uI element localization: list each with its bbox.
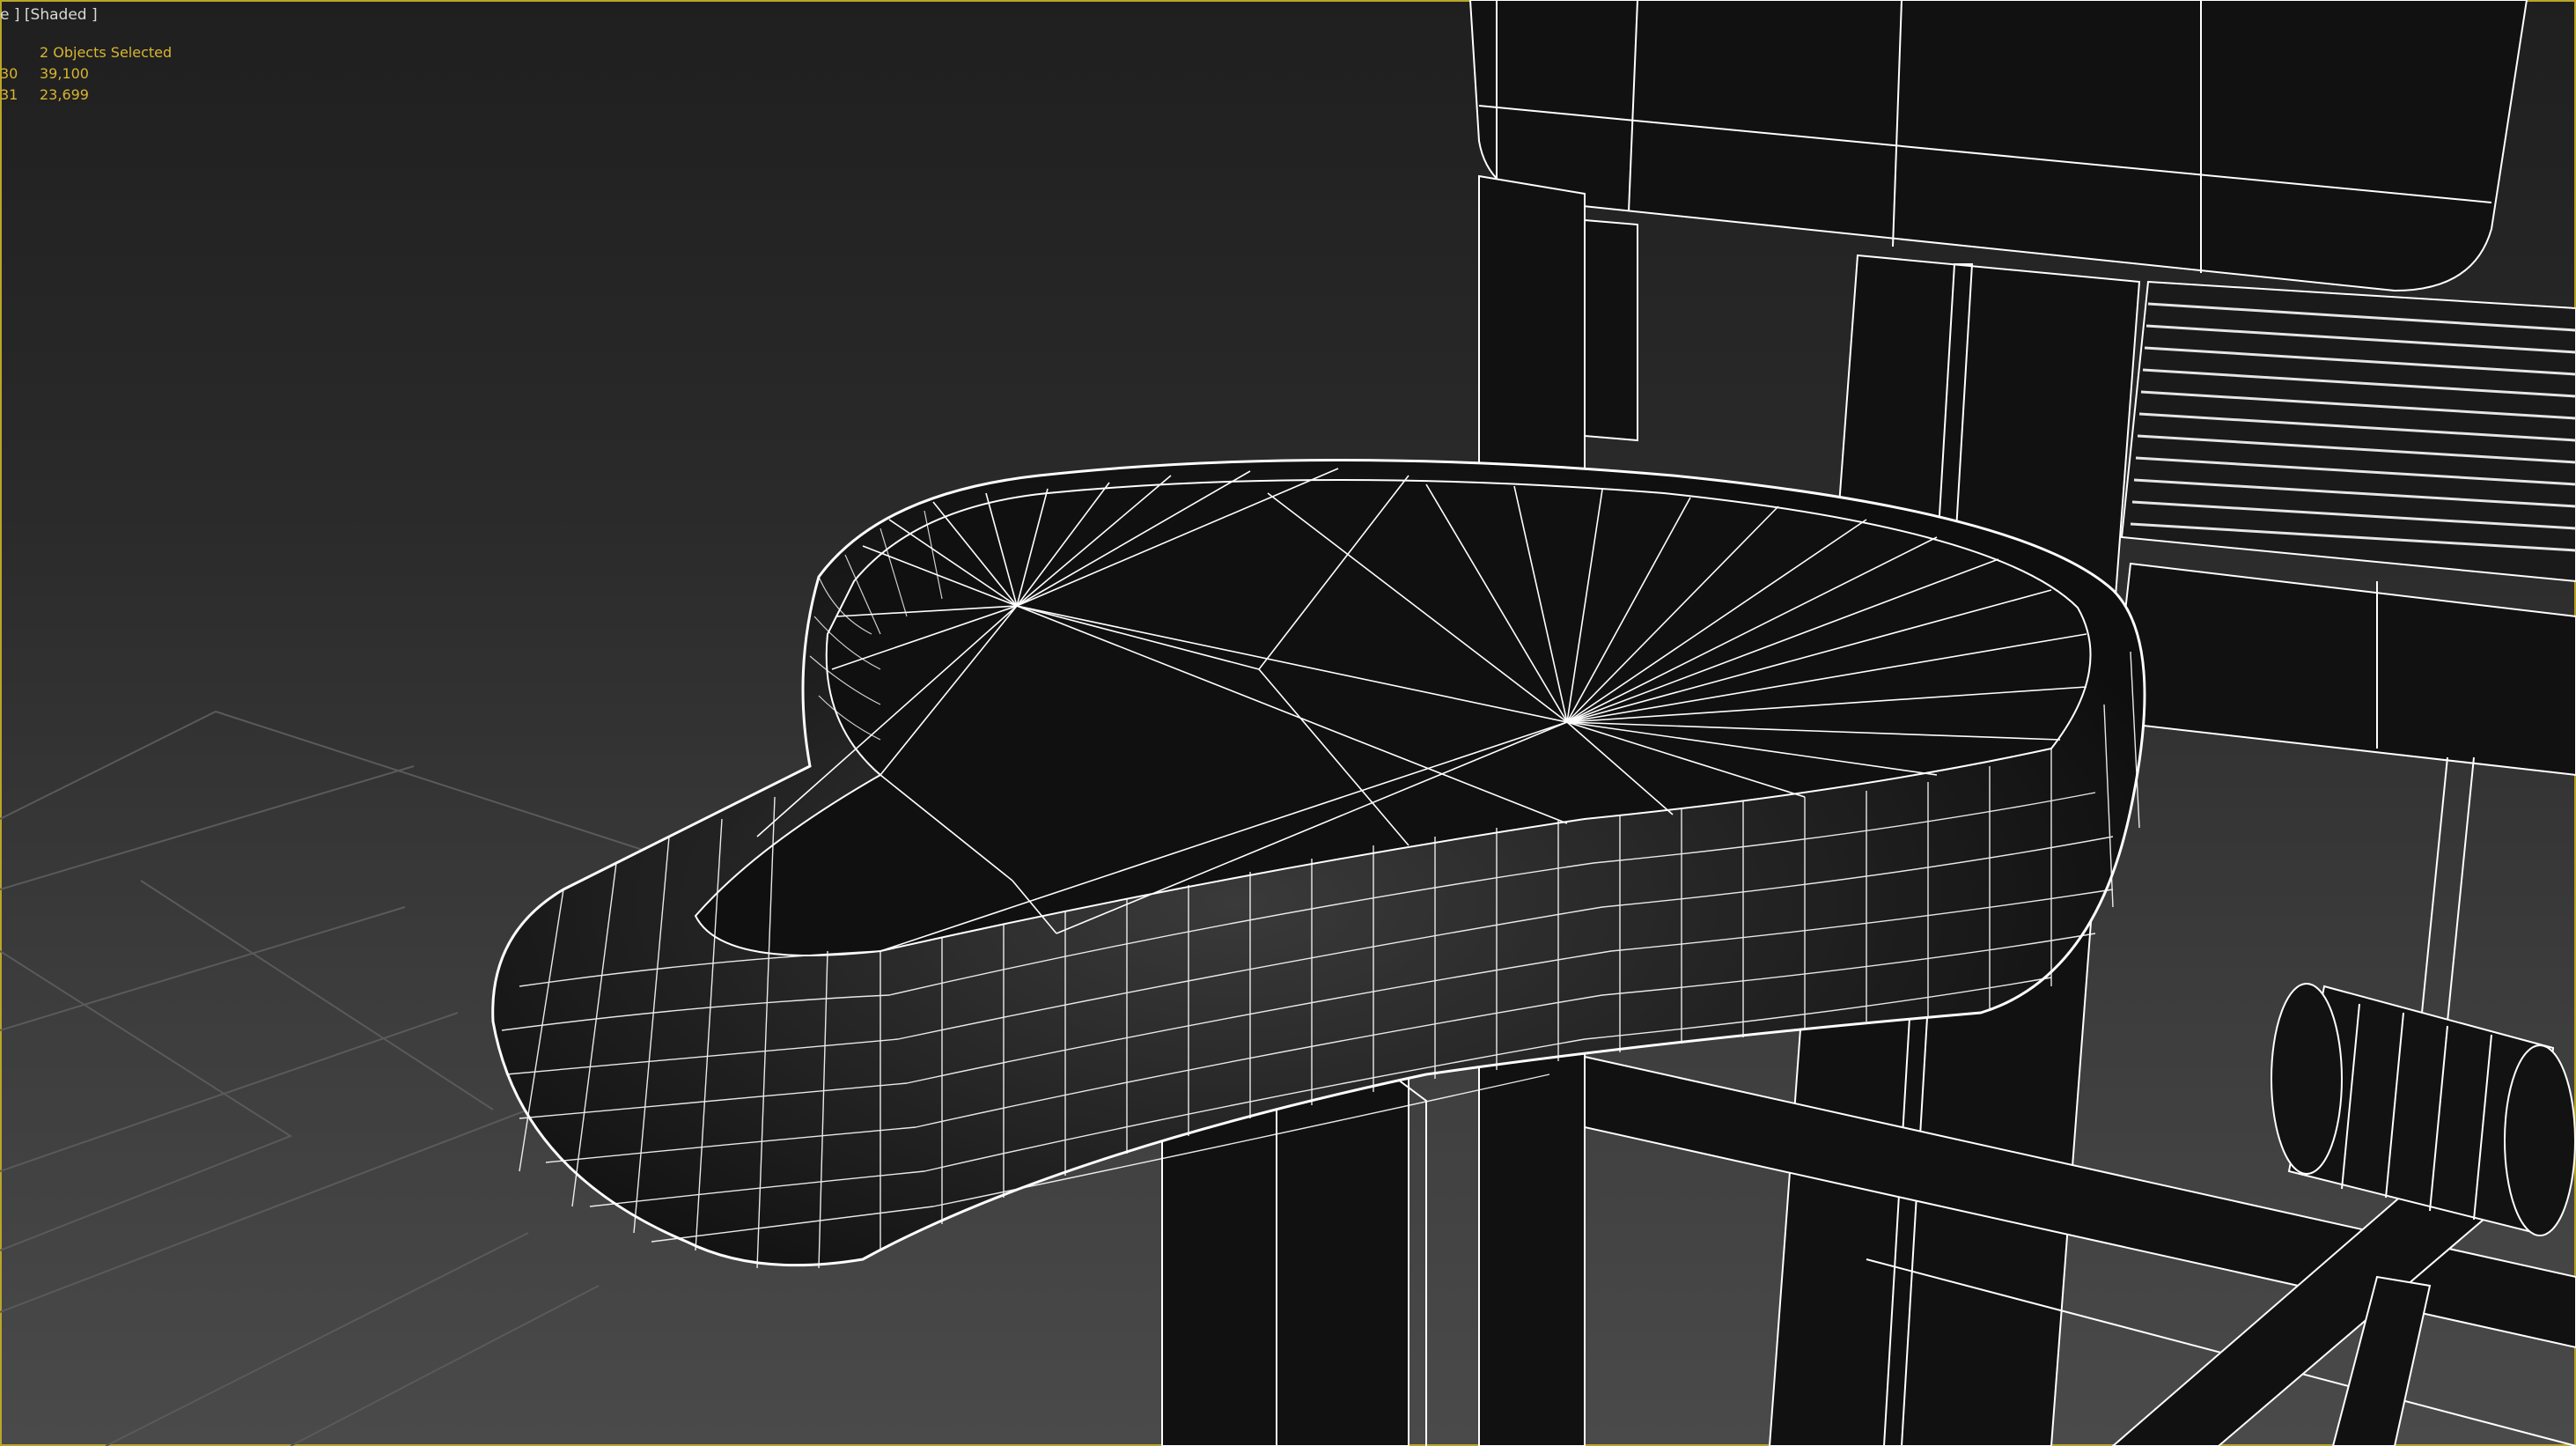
3d-viewport[interactable]: e ] [Shaded ] 2 Objects Selected 30 39,1… (0, 0, 2576, 1446)
leg-roller (2271, 983, 2576, 1236)
stats-key: 30 (0, 65, 18, 82)
stats-row: 30 39,100 (0, 63, 172, 85)
stats-value: 23,699 (40, 86, 89, 103)
viewport-view-menu[interactable]: e ] (0, 6, 20, 24)
stats-key: 31 (0, 86, 18, 103)
statistics-overlay: 2 Objects Selected 30 39,100 31 23,699 (0, 42, 172, 106)
stats-row: 31 23,699 (0, 85, 172, 106)
stats-value: 39,100 (40, 65, 89, 82)
viewport-label[interactable]: e ] [Shaded ] (0, 5, 98, 25)
scene-canvas[interactable] (0, 0, 2576, 1446)
viewport-shading-menu[interactable]: [Shaded ] (25, 6, 98, 24)
stats-header-row: 2 Objects Selected (0, 42, 172, 63)
weight-stack (2120, 280, 2576, 583)
selection-count: 2 Objects Selected (40, 44, 173, 61)
